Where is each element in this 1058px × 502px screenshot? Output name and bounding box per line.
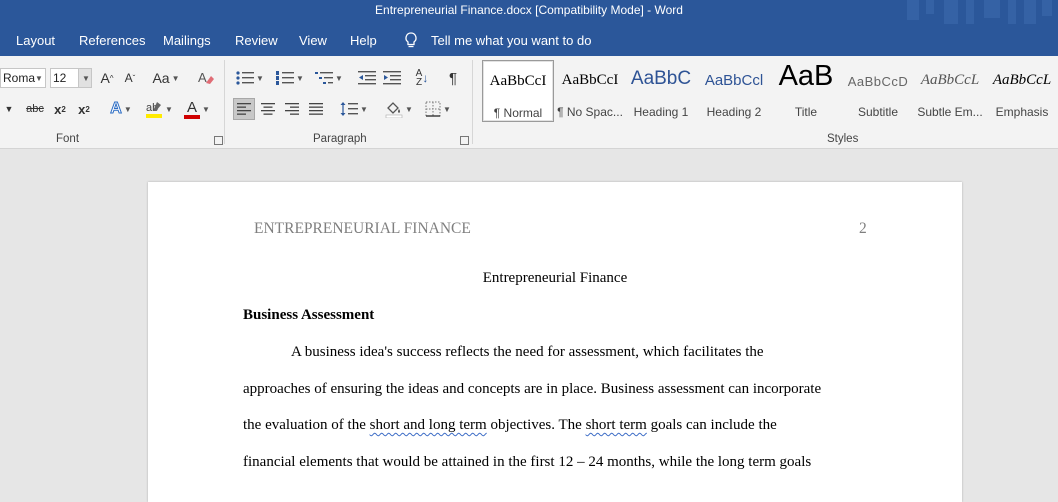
justify-icon bbox=[309, 103, 323, 115]
increase-indent-button[interactable] bbox=[382, 67, 402, 89]
style-subtle-emphasis[interactable]: AaBbCcL Subtle Em... bbox=[916, 60, 984, 122]
spelling-flag[interactable]: short and long term bbox=[370, 417, 487, 433]
numbering-button[interactable]: ▼ bbox=[273, 67, 307, 89]
shrink-font-button[interactable]: Aˇ bbox=[122, 67, 138, 89]
ribbon-tabs: Layout References Mailings Review View H… bbox=[0, 24, 1058, 56]
paint-bucket-icon bbox=[385, 102, 403, 118]
bullet-list-icon bbox=[236, 71, 255, 85]
style-emphasis[interactable]: AaBbCcL Emphasis bbox=[988, 60, 1056, 122]
ribbon: Roma ▼ 12 ▼ A ^ Aˇ Aa ▼ A ▼ abc x2 x2 A ▼ ab… bbox=[0, 56, 1058, 149]
font-color-swatch bbox=[184, 115, 201, 119]
tab-references[interactable]: References bbox=[79, 33, 145, 48]
chevron-down-icon: ▼ bbox=[335, 73, 343, 83]
highlight-color-button[interactable]: ab ▼ bbox=[143, 98, 175, 120]
increase-indent-icon bbox=[383, 71, 401, 85]
chevron-down-icon: ▼ bbox=[171, 73, 180, 83]
page-number: 2 bbox=[859, 220, 867, 237]
align-left-button[interactable] bbox=[233, 98, 255, 120]
body-line: the evaluation of the short and long ter… bbox=[243, 417, 777, 433]
style-title[interactable]: AaB Title bbox=[774, 60, 838, 122]
borders-icon bbox=[425, 101, 441, 117]
chevron-down-icon: ▼ bbox=[202, 104, 210, 114]
show-formatting-button[interactable]: ¶ bbox=[443, 67, 463, 89]
line-spacing-icon bbox=[340, 102, 359, 116]
chevron-down-icon: ▼ bbox=[123, 104, 132, 114]
paragraph-dialog-launcher[interactable] bbox=[460, 136, 469, 145]
decrease-indent-icon bbox=[358, 71, 376, 85]
align-center-icon bbox=[261, 103, 275, 115]
chevron-down-icon: ▼ bbox=[443, 104, 451, 114]
font-group-label: Font bbox=[56, 133, 80, 145]
align-left-icon bbox=[237, 103, 251, 115]
body-line: financial elements that would be attaine… bbox=[243, 454, 812, 470]
window-title: Entrepreneurial Finance.docx [Compatibil… bbox=[375, 3, 683, 17]
highlighter-icon: ab bbox=[146, 102, 163, 118]
font-size-dropdown[interactable]: ▼ bbox=[78, 69, 91, 87]
chevron-down-icon: ▼ bbox=[360, 104, 368, 114]
multilevel-list-button[interactable]: ▼ bbox=[312, 67, 346, 89]
tab-view[interactable]: View bbox=[299, 33, 327, 48]
numbered-list-icon bbox=[276, 71, 295, 85]
font-name-box[interactable]: Roma ▼ bbox=[0, 68, 46, 88]
strikethrough-button[interactable]: abc bbox=[24, 98, 46, 120]
body-line: approaches of ensuring the ideas and con… bbox=[243, 381, 822, 397]
borders-button[interactable]: ▼ bbox=[421, 98, 455, 120]
change-case-button[interactable]: Aa ▼ bbox=[151, 67, 181, 89]
chevron-down-icon: ▼ bbox=[35, 73, 43, 83]
lightbulb-icon[interactable] bbox=[404, 32, 418, 49]
style-heading-2[interactable]: AaBbCcl Heading 2 bbox=[700, 60, 768, 122]
style-normal[interactable]: AaBbCcI ¶ Normal bbox=[482, 60, 554, 122]
eraser-icon: A bbox=[198, 70, 214, 85]
group-divider bbox=[472, 60, 473, 144]
chevron-down-icon: ▼ bbox=[256, 73, 264, 83]
tab-review[interactable]: Review bbox=[235, 33, 278, 48]
justify-button[interactable] bbox=[306, 98, 326, 120]
running-header: ENTREPRENEURIAL FINANCE bbox=[254, 220, 471, 237]
align-right-icon bbox=[285, 103, 299, 115]
font-dialog-launcher[interactable] bbox=[214, 136, 223, 145]
svg-text:A: A bbox=[198, 70, 207, 85]
chevron-down-icon: ▼ bbox=[405, 104, 413, 114]
section-heading: Business Assessment bbox=[243, 307, 375, 323]
style-no-spacing[interactable]: AaBbCcI ¶ No Spac... bbox=[556, 60, 624, 122]
grow-font-button[interactable]: A ^ bbox=[98, 67, 116, 89]
center-button[interactable] bbox=[258, 98, 278, 120]
font-color-button[interactable]: A ▼ bbox=[180, 98, 214, 120]
tab-layout[interactable]: Layout bbox=[16, 33, 55, 48]
styles-group-label: Styles bbox=[827, 133, 859, 145]
arrow-down-icon: ↓ bbox=[422, 71, 429, 85]
paragraph-group-label: Paragraph bbox=[313, 133, 367, 145]
text-effects-button[interactable]: A ▼ bbox=[104, 98, 138, 120]
chevron-down-icon: ▼ bbox=[82, 73, 90, 83]
multilevel-list-icon bbox=[315, 72, 334, 84]
clear-formatting-button[interactable]: A bbox=[196, 67, 216, 89]
group-divider bbox=[224, 60, 225, 144]
spelling-flag[interactable]: short term bbox=[586, 417, 647, 433]
body-line: A business idea's success reflects the n… bbox=[291, 344, 764, 360]
sort-button[interactable]: A Z ↓ bbox=[412, 67, 432, 89]
chevron-down-icon: ▼ bbox=[296, 73, 304, 83]
style-heading-1[interactable]: AaBbC Heading 1 bbox=[628, 60, 694, 122]
font-size-box[interactable]: 12 ▼ bbox=[50, 68, 92, 88]
line-spacing-button[interactable]: ▼ bbox=[337, 98, 371, 120]
chevron-down-icon[interactable]: ▼ bbox=[0, 98, 18, 120]
decrease-indent-button[interactable] bbox=[357, 67, 377, 89]
shading-button[interactable]: ▼ bbox=[382, 98, 416, 120]
title-bar: Entrepreneurial Finance.docx [Compatibil… bbox=[0, 0, 1058, 24]
document-page[interactable]: ENTREPRENEURIAL FINANCE 2 Entrepreneuria… bbox=[148, 182, 962, 502]
bullets-button[interactable]: ▼ bbox=[233, 67, 267, 89]
chevron-down-icon: ▼ bbox=[165, 104, 173, 114]
tab-help[interactable]: Help bbox=[350, 33, 377, 48]
subscript-button[interactable]: x2 bbox=[50, 98, 70, 120]
tab-mailings[interactable]: Mailings bbox=[163, 33, 211, 48]
tell-me-search[interactable]: Tell me what you want to do bbox=[431, 33, 591, 48]
document-title: Entrepreneurial Finance bbox=[482, 270, 628, 286]
superscript-button[interactable]: x2 bbox=[74, 98, 94, 120]
align-right-button[interactable] bbox=[282, 98, 302, 120]
style-subtitle[interactable]: AaBbCcD Subtitle bbox=[844, 60, 912, 122]
